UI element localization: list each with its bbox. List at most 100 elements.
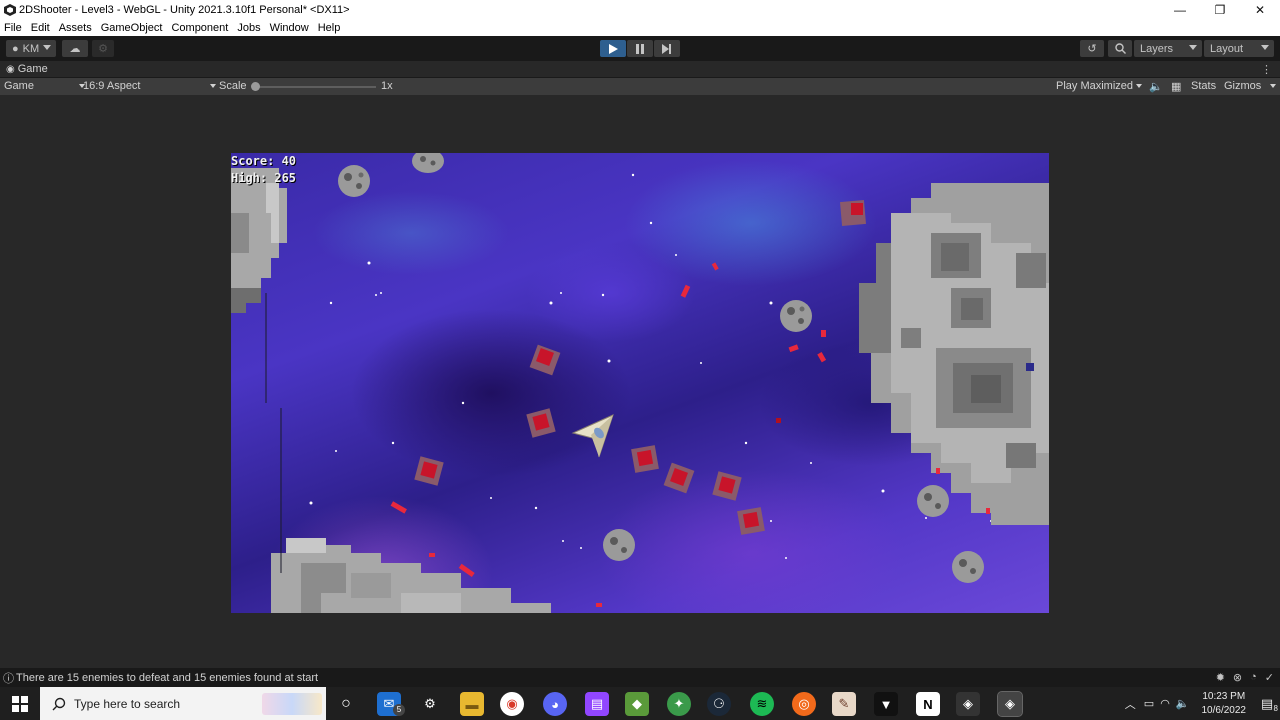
menu-component[interactable]: Component [171,22,228,34]
unity-hub-icon[interactable]: ◈ [956,692,980,716]
notification-icon[interactable]: ▤ 8 [1254,696,1280,713]
menu-edit[interactable]: Edit [31,22,50,34]
small-asteroid [338,165,370,197]
minecraft-icon[interactable]: ◆ [625,692,649,716]
search-button[interactable] [1108,40,1132,57]
layers-label: Layers [1140,42,1174,55]
volume-icon[interactable]: 🔈 [1176,697,1190,710]
account-icon: ● [12,42,19,55]
notification-badge: 8 [1273,703,1278,713]
console-message[interactable]: There are 15 enemies to defeat and 15 en… [16,672,318,684]
menu-jobs[interactable]: Jobs [237,22,260,34]
step-icon [662,43,671,54]
enemy-ship [712,471,742,501]
discord-icon[interactable]: ◕ [543,692,567,716]
bake-icon[interactable]: ◔ [1250,671,1257,684]
chrome-icon[interactable]: ◉ [500,692,524,716]
aspect-dropdown[interactable]: 16:9 Aspect [83,80,216,92]
score-text: Score: 40 [231,154,297,168]
history-button[interactable]: ↺ [1080,40,1104,57]
player-ship [571,414,614,458]
pause-button[interactable] [627,40,653,57]
menu-help[interactable]: Help [318,22,341,34]
chevron-down-icon [1270,84,1277,89]
menu-bar: File Edit Assets GameObject Component Jo… [0,20,1280,36]
unity-editor-icon[interactable]: ◈ [997,691,1023,717]
check-icon[interactable]: ✓ [1265,671,1274,684]
gizmos-dropdown[interactable]: Gizmos [1224,80,1277,92]
cloud-icon: ☁ [69,43,81,55]
network-icon[interactable]: ◠ [1160,697,1170,710]
grid-icon[interactable]: ▦ [1171,80,1181,93]
menu-file[interactable]: File [4,22,22,34]
task-view-icon[interactable]: ○ [334,692,358,716]
epic-icon[interactable]: ▼ [874,692,898,716]
chevron-down-icon [209,84,216,89]
scale-slider-handle[interactable] [251,82,260,91]
minimize-button[interactable]: — [1160,0,1200,20]
gizmos-label: Gizmos [1224,80,1262,92]
debug-icon[interactable]: ✹ [1216,671,1225,684]
battery-icon[interactable]: ▭ [1144,697,1154,710]
play-button[interactable] [600,40,626,57]
enemy-ship [414,456,444,486]
menu-assets[interactable]: Assets [59,22,92,34]
mail-badge: 5 [393,704,405,716]
twitch-icon[interactable]: ▤ [585,692,609,716]
small-asteroid [780,300,812,332]
start-button[interactable] [0,687,40,720]
steam-icon[interactable]: ⚆ [707,692,731,716]
scale-slider-track[interactable] [256,86,376,88]
game-view-toolbar: Game 16:9 Aspect Scale 1x Play Maximized… [0,78,1280,95]
taskbar-search[interactable]: Type here to search [40,687,326,720]
small-asteroid [603,529,635,561]
mute-audio-icon[interactable]: 🔈 [1149,80,1163,93]
chevron-up-icon[interactable]: ︿ [1125,696,1136,712]
menu-gameobject[interactable]: GameObject [101,22,163,34]
windows-taskbar: Type here to search ○ ✉ 5 ⚙ ▬ ◉ ◕ ▤ ◆ ✦ … [0,687,1280,720]
search-highlight-icon [262,693,322,715]
scale-value: 1x [381,80,393,92]
enemy-ship [663,462,695,494]
step-button[interactable] [654,40,680,57]
cloud-button[interactable]: ☁ [62,40,88,57]
account-dropdown[interactable]: ● KM [6,40,56,57]
chevron-down-icon [1261,45,1269,50]
clock[interactable]: 10:23 PM 10/6/2022 [1202,690,1247,718]
spotify-icon[interactable]: ≋ [750,692,774,716]
game-viewport: Score: 40 High: 265 [0,95,1280,668]
aspect-label: 16:9 Aspect [83,80,141,92]
large-asteroid-right [859,183,1049,525]
stats-button[interactable]: Stats [1191,80,1216,92]
game-scene [231,153,1049,613]
layout-dropdown[interactable]: Layout [1204,40,1274,57]
main-toolbar: ● KM ☁ ⚙ ↺ Layers Layout [0,36,1280,61]
collab-button[interactable]: ⚙ [92,40,114,57]
display-dropdown[interactable]: Game [4,80,86,92]
windows-logo-icon [12,695,28,712]
scale-label: Scale [219,80,247,92]
enemy-ship [631,445,659,473]
history-icon: ↺ [1087,43,1097,55]
settings-app-icon[interactable]: ⚙ [418,692,442,716]
close-button[interactable]: ✕ [1240,0,1280,20]
tab-game-label: Game [17,63,48,75]
small-asteroid [412,153,444,173]
origin-icon[interactable]: ◎ [792,692,816,716]
progress-icon[interactable]: ⊗ [1233,671,1242,684]
game-hud: Score: 40 High: 265 [231,153,296,187]
play-mode-dropdown[interactable]: Play Maximized [1056,80,1143,92]
large-asteroid-left [231,168,287,313]
menu-window[interactable]: Window [270,22,309,34]
restore-button[interactable]: ❐ [1200,0,1240,20]
art-app-icon[interactable]: ✎ [832,692,856,716]
tab-game[interactable]: ◉ Game [0,63,48,75]
notion-icon[interactable]: N [916,692,940,716]
file-explorer-icon[interactable]: ▬ [460,692,484,716]
game-render[interactable]: Score: 40 High: 265 [231,153,1049,613]
more-options-icon[interactable]: ⋮ [1261,63,1272,76]
layers-dropdown[interactable]: Layers [1134,40,1202,57]
gear-icon: ⚙ [98,43,108,55]
clock-date: 10/6/2022 [1201,704,1247,716]
xbox-icon[interactable]: ✦ [667,692,691,716]
